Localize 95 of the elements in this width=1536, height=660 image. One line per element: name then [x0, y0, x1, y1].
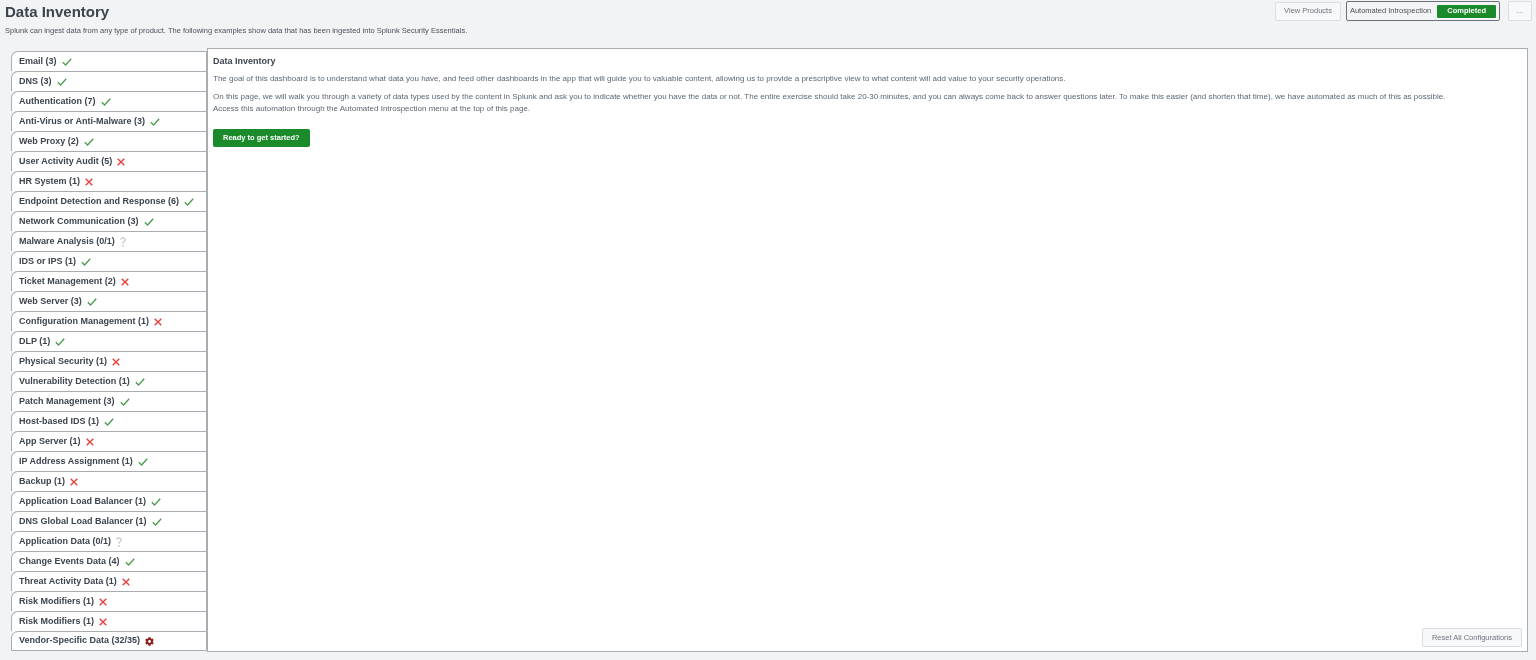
check-icon: [151, 497, 162, 506]
tab-label: Application Load Balancer (1): [19, 494, 147, 508]
check-icon: [151, 517, 162, 526]
tab-label: DNS (3): [19, 74, 52, 88]
sidebar-tab[interactable]: DLP (1): [11, 331, 207, 351]
tab-label: HR System (1): [19, 174, 81, 188]
tab-label: User Activity Audit (5): [19, 154, 113, 168]
check-icon: [184, 197, 194, 206]
page-title: Data Inventory: [5, 3, 111, 21]
check-icon: [100, 97, 111, 106]
sidebar-tab[interactable]: Patch Management (3): [11, 391, 207, 411]
sidebar-tab[interactable]: Endpoint Detection and Response (6): [11, 191, 207, 211]
sidebar-tab[interactable]: App Server (1): [11, 431, 207, 451]
sidebar-tab[interactable]: Vulnerability Detection (1): [11, 371, 207, 391]
sidebar-tab[interactable]: Backup (1): [11, 471, 207, 491]
paragraph-text: On this page, we will walk you through a variety of data types used by the content in Splunk and ask you to indicate whether you have the data or not. The entire exercise should take 20-30 minutes, and you can always come back to answer questions later. To make this easier (and shorten that time), we have automated as much of this as possible.: [213, 91, 1447, 103]
sidebar-tab[interactable]: DNS (3): [11, 71, 207, 91]
sidebar-tab[interactable]: Physical Security (1): [11, 351, 207, 371]
check-icon: [150, 117, 160, 126]
cross-icon: [120, 277, 129, 286]
tab-label: Anti-Virus or Anti-Malware (3): [19, 114, 145, 128]
check-icon: [137, 457, 148, 466]
question-mark-icon: [119, 236, 126, 247]
cross-icon: [154, 317, 162, 326]
sidebar-tab[interactable]: IP Address Assignment (1): [11, 451, 207, 471]
check-icon: [143, 217, 154, 226]
tab-label: Network Communication (3): [19, 214, 139, 228]
check-icon: [86, 297, 97, 306]
question-mark-icon: [116, 536, 122, 547]
sidebar-tab[interactable]: Configuration Management (1): [11, 311, 207, 331]
cross-icon: [85, 177, 94, 186]
check-icon: [56, 77, 67, 86]
sidebar-tab[interactable]: Threat Activity Data (1): [11, 571, 207, 591]
sidebar-tab[interactable]: Change Events Data (4): [11, 551, 207, 571]
tab-label: Endpoint Detection and Response (6): [19, 194, 179, 208]
check-icon: [119, 397, 130, 406]
tab-label: IP Address Assignment (1): [19, 454, 133, 468]
sidebar-tab[interactable]: Authentication (7): [11, 91, 207, 111]
check-icon: [81, 257, 91, 266]
tab-label: Patch Management (3): [19, 394, 115, 408]
tab-label: Backup (1): [19, 474, 65, 488]
cross-icon: [99, 617, 107, 626]
tab-label: Web Proxy (2): [19, 134, 79, 148]
sidebar-tab[interactable]: User Activity Audit (5): [11, 151, 207, 171]
tab-label: Host-based IDS (1): [19, 414, 99, 428]
gear-icon: [145, 636, 155, 646]
cross-icon: [85, 437, 94, 446]
check-icon: [55, 337, 66, 346]
tab-label: DLP (1): [19, 334, 51, 348]
tab-label: Application Data (0/1): [19, 534, 111, 548]
sidebar-tab[interactable]: HR System (1): [11, 171, 207, 191]
tab-label: Malware Analysis (0/1): [19, 234, 115, 248]
tab-label: Vulnerability Detection (1): [19, 374, 130, 388]
sidebar-tab[interactable]: Network Communication (3): [11, 211, 207, 231]
tab-label: DNS Global Load Balancer (1): [19, 514, 147, 528]
check-icon: [61, 57, 72, 66]
sidebar-tab[interactable]: Risk Modifiers (1): [11, 611, 207, 631]
sidebar-tab[interactable]: Malware Analysis (0/1): [11, 231, 207, 251]
sidebar-tab[interactable]: Vendor-Specific Data (32/35): [11, 631, 207, 651]
cross-icon: [99, 597, 107, 606]
tab-label: Email (3): [19, 54, 57, 68]
tab-label: IDS or IPS (1): [19, 254, 76, 268]
check-icon: [104, 417, 114, 426]
sidebar-tab[interactable]: Web Server (3): [11, 291, 207, 311]
tab-label: Risk Modifiers (1): [19, 614, 94, 628]
tab-label: Web Server (3): [19, 294, 82, 308]
sidebar-tab[interactable]: Application Data (0/1): [11, 531, 207, 551]
tab-label: Threat Activity Data (1): [19, 574, 117, 588]
cross-icon: [121, 577, 130, 586]
paragraph-text: The goal of this dashboard is to understand what data you have, and feed other dashboards in the app that will guide you to valuable content, allowing us to provide a prescriptive view to what content will add value to your security operations.: [213, 73, 1067, 85]
tab-label: Physical Security (1): [19, 354, 108, 368]
sidebar-tab[interactable]: Email (3): [11, 51, 207, 71]
sidebar-tab[interactable]: Application Load Balancer (1): [11, 491, 207, 511]
check-icon: [83, 137, 94, 146]
tab-label: App Server (1): [19, 434, 81, 448]
sidebar-tab[interactable]: Ticket Management (2): [11, 271, 207, 291]
tab-label: Vendor-Specific Data (32/35): [19, 634, 141, 648]
tab-label: Authentication (7): [19, 94, 96, 108]
sidebar-tab[interactable]: Risk Modifiers (1): [11, 591, 207, 611]
check-icon: [134, 377, 145, 386]
sidebar-tab[interactable]: Host-based IDS (1): [11, 411, 207, 431]
sidebar-tab[interactable]: IDS or IPS (1): [11, 251, 207, 271]
cross-icon: [112, 357, 121, 366]
panel-title: Data Inventory: [213, 55, 277, 67]
sidebar-tab[interactable]: Anti-Virus or Anti-Malware (3): [11, 111, 207, 131]
sidebar-tab[interactable]: Web Proxy (2): [11, 131, 207, 151]
tab-label: Ticket Management (2): [19, 274, 116, 288]
cross-icon: [70, 477, 78, 486]
paragraph-text: Access this automation through the Automated Introspection menu at the top of this page.: [213, 103, 532, 115]
cross-icon: [117, 157, 126, 166]
tab-label: Configuration Management (1): [19, 314, 149, 328]
tab-label: Change Events Data (4): [19, 554, 120, 568]
check-icon: [124, 557, 135, 566]
tab-label: Risk Modifiers (1): [19, 594, 94, 608]
sidebar-tab[interactable]: DNS Global Load Balancer (1): [11, 511, 207, 531]
